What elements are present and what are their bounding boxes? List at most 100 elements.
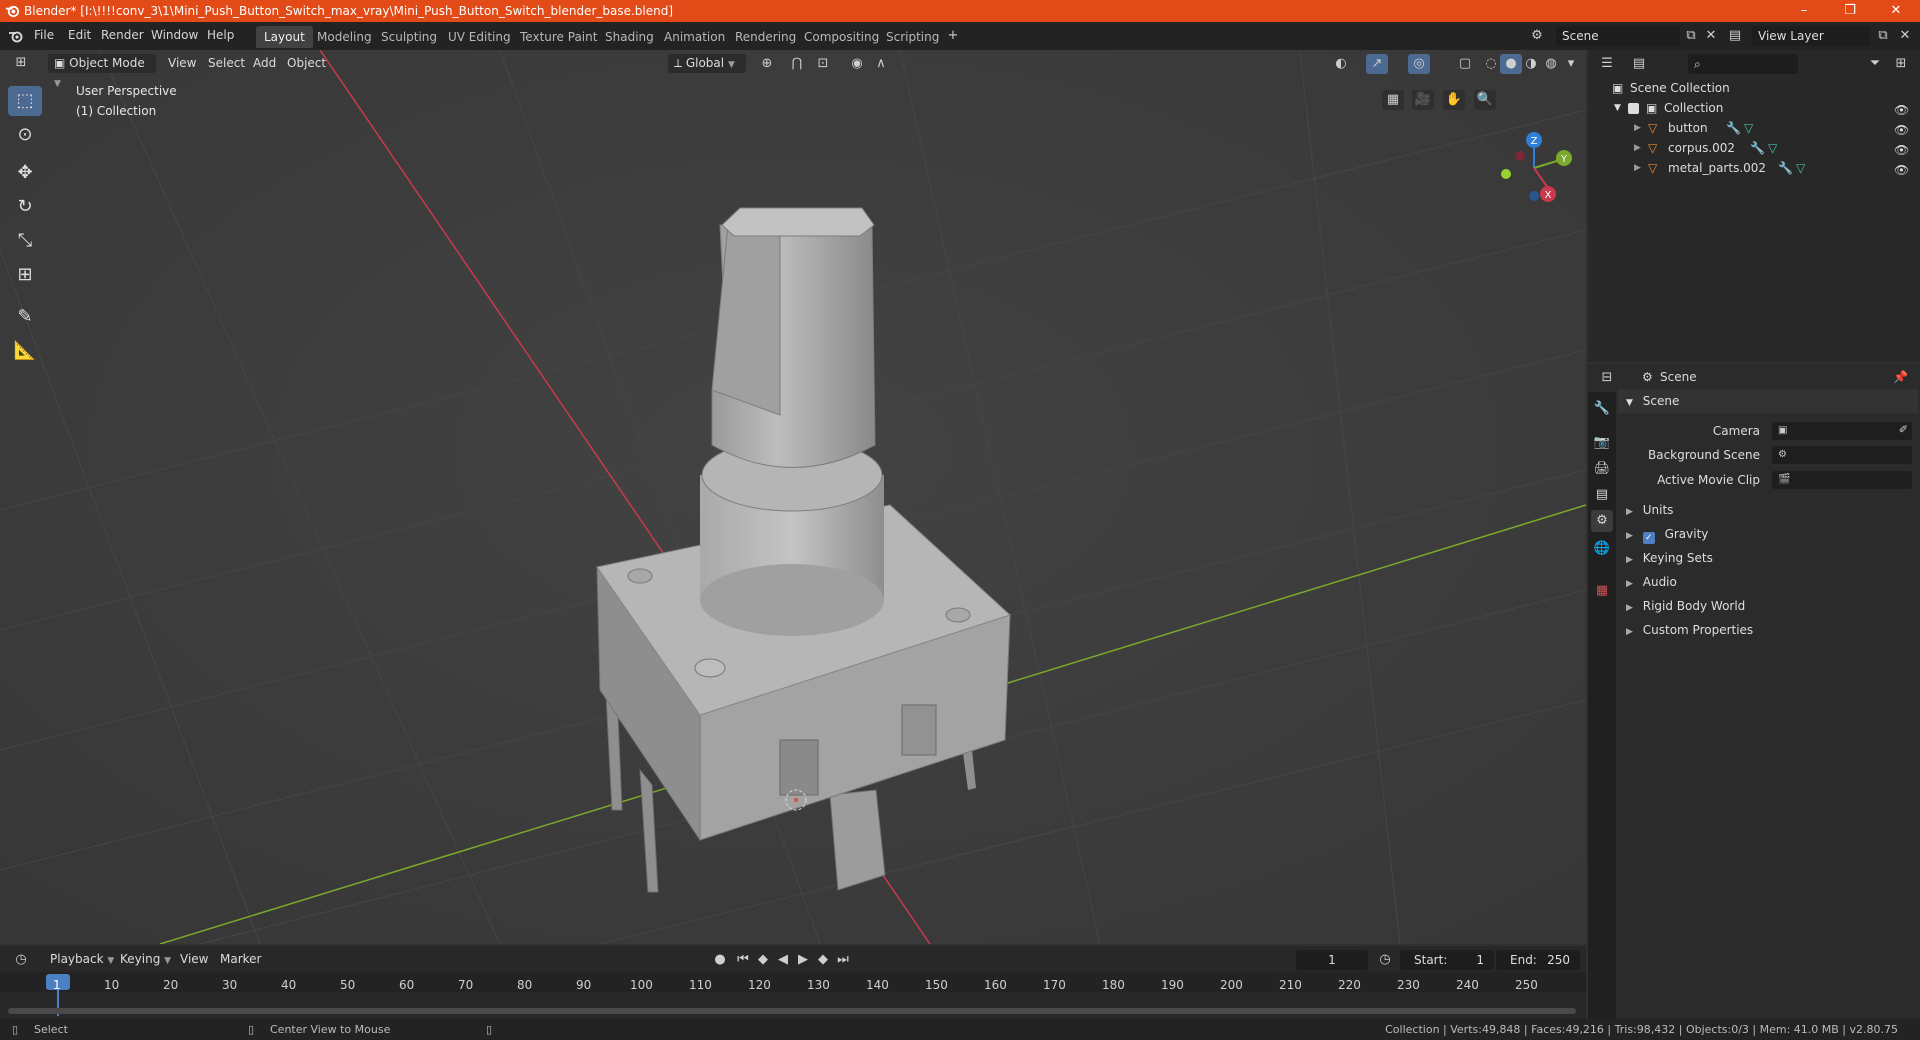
menu-render[interactable]: Render — [101, 28, 144, 42]
outliner-scene-collection[interactable]: ▣ Scene Collection — [1588, 78, 1920, 98]
menu-help[interactable]: Help — [207, 28, 234, 42]
editor-type-icon[interactable]: ⊞ — [10, 53, 32, 73]
prev-keyframe-icon[interactable]: ◆ — [752, 950, 774, 970]
expand-arrow-icon[interactable]: ▼ — [1614, 98, 1621, 118]
select-box-tool-icon[interactable]: ⬚ — [8, 86, 42, 116]
rendered-shading-icon[interactable]: ◍ — [1540, 54, 1562, 74]
falloff-icon[interactable]: ∧ — [870, 54, 892, 74]
outliner-search-input[interactable]: ⌕ — [1688, 54, 1798, 74]
close-button[interactable]: ✕ — [1874, 0, 1918, 22]
tab-layout[interactable]: Layout — [256, 26, 313, 48]
cursor-tool-icon[interactable]: ⊙ — [8, 120, 42, 150]
tab-sculpting[interactable]: Sculpting — [373, 26, 445, 48]
outliner-object-metal-parts[interactable]: ▶ ▽ metal_parts.002 🔧 ▽ 👁 — [1588, 158, 1920, 178]
current-frame-field[interactable]: 1 — [1296, 950, 1368, 970]
tab-texture-paint[interactable]: Texture Paint — [512, 26, 605, 48]
maximize-button[interactable]: ❐ — [1828, 0, 1872, 22]
tool-tab-icon[interactable]: 🔧 — [1591, 398, 1613, 420]
next-keyframe-icon[interactable]: ◆ — [812, 950, 834, 970]
view-layer-field[interactable]: View Layer — [1752, 26, 1870, 46]
play-icon[interactable]: ▶ — [792, 950, 814, 970]
rotate-tool-icon[interactable]: ↻ — [8, 192, 42, 222]
menu-add[interactable]: Add — [247, 54, 282, 73]
overlays-toggle-icon[interactable]: ◎ — [1408, 54, 1430, 74]
gravity-checkbox[interactable]: ✓ — [1642, 532, 1655, 544]
menu-keying[interactable]: Keying ▼ — [114, 950, 177, 969]
texture-tab-icon[interactable]: ▦ — [1591, 580, 1613, 602]
eye-icon[interactable]: 👁 — [1894, 140, 1909, 157]
view-layer-tab-icon[interactable]: ▤ — [1591, 484, 1613, 506]
jump-start-icon[interactable]: ⏮ — [732, 950, 754, 970]
menu-file[interactable]: File — [34, 28, 54, 42]
tab-compositing[interactable]: Compositing — [796, 26, 887, 48]
collection-checkbox[interactable] — [1628, 103, 1639, 114]
start-frame-field[interactable]: Start: 1 — [1400, 950, 1494, 970]
tab-uv-editing[interactable]: UV Editing — [440, 26, 519, 48]
scene-field[interactable]: Scene — [1556, 26, 1680, 46]
scene-tab-icon[interactable]: ⚙ — [1591, 510, 1613, 532]
timeline-editor-type-icon[interactable]: ◷ — [10, 950, 32, 970]
jump-end-icon[interactable]: ⏭ — [832, 950, 854, 970]
eye-icon[interactable]: 👁 — [1894, 120, 1909, 137]
eyedropper-icon[interactable]: ✐ — [1899, 423, 1908, 436]
filter-icon[interactable]: ⏷ — [1864, 54, 1886, 74]
view-layer-icon[interactable]: ▤ — [1724, 26, 1746, 46]
annotate-tool-icon[interactable]: ✎ — [8, 302, 42, 332]
new-collection-icon[interactable]: ⊞ — [1890, 54, 1912, 74]
tab-modeling[interactable]: Modeling — [309, 26, 380, 48]
move-tool-icon[interactable]: ✥ — [8, 158, 42, 188]
3d-viewport[interactable]: Z Y X User Perspective (1) Collection ▦ … — [0, 50, 1586, 944]
transform-orientation-dropdown[interactable]: ⟂ Global ▼ — [668, 54, 746, 73]
snap-target-icon[interactable]: ⊡ — [812, 54, 834, 74]
audio-panel[interactable]: ▶ Audio — [1618, 570, 1918, 594]
camera-view-icon[interactable]: 🎥 — [1412, 90, 1434, 110]
gizmo-toggle-icon[interactable]: ↗ — [1366, 54, 1388, 74]
outliner-collection[interactable]: ▼ ▣ Collection 👁 — [1588, 98, 1920, 118]
properties-editor-type-icon[interactable]: ⊟ — [1596, 368, 1618, 388]
scale-tool-icon[interactable]: ⤡ — [8, 226, 42, 256]
record-icon[interactable]: ● — [709, 950, 731, 970]
expand-arrow-icon[interactable]: ▶ — [1634, 138, 1641, 158]
display-mode-icon[interactable]: ▤ — [1628, 54, 1650, 74]
solid-shading-icon[interactable]: ● — [1500, 54, 1522, 74]
world-tab-icon[interactable]: 🌐 — [1591, 538, 1613, 560]
scene-panel-header[interactable]: ▼ Scene — [1618, 389, 1918, 413]
pin-icon[interactable]: 📌 — [1893, 370, 1908, 384]
render-tab-icon[interactable]: 📷 — [1591, 432, 1613, 454]
delete-view-layer-icon[interactable]: ✕ — [1894, 26, 1916, 46]
transform-tool-icon[interactable]: ⊞ — [8, 260, 42, 290]
eye-icon[interactable]: 👁 — [1894, 100, 1909, 117]
menu-marker[interactable]: Marker — [214, 950, 267, 969]
timeline-scrollbar[interactable] — [8, 1008, 1576, 1014]
proportional-edit-icon[interactable]: ◉ — [846, 54, 868, 74]
material-shading-icon[interactable]: ◑ — [1520, 54, 1542, 74]
outliner-object-button[interactable]: ▶ ▽ button 🔧 ▽ 👁 — [1588, 118, 1920, 138]
pivot-point-icon[interactable]: ⊕ — [756, 54, 778, 74]
visibility-icon[interactable]: ◐ — [1330, 54, 1352, 74]
play-reverse-icon[interactable]: ◀ — [772, 950, 794, 970]
add-workspace-icon[interactable]: + — [942, 26, 964, 46]
expand-arrow-icon[interactable]: ▶ — [1634, 158, 1641, 178]
custom-properties-panel[interactable]: ▶ Custom Properties — [1618, 618, 1918, 642]
active-movie-clip-field[interactable]: 🎬 — [1772, 471, 1912, 489]
new-scene-icon[interactable]: ⧉ — [1680, 26, 1702, 46]
units-panel[interactable]: ▶ Units — [1618, 498, 1918, 522]
toggle-grid-icon[interactable]: ▦ — [1382, 90, 1404, 110]
menu-timeline-view[interactable]: View — [174, 950, 214, 969]
tab-animation[interactable]: Animation — [656, 26, 733, 48]
object-mode-dropdown[interactable]: ▣ Object Mode ▼ — [48, 54, 156, 89]
keying-sets-panel[interactable]: ▶ Keying Sets — [1618, 546, 1918, 570]
wireframe-shading-icon[interactable]: ◌ — [1480, 54, 1502, 74]
minimize-button[interactable]: – — [1782, 0, 1826, 22]
expand-arrow-icon[interactable]: ▶ — [1634, 118, 1641, 138]
scene-icon[interactable]: ⚙ — [1526, 26, 1548, 46]
shading-options-icon[interactable]: ▾ — [1560, 54, 1582, 74]
measure-tool-icon[interactable]: 📐 — [8, 336, 42, 366]
pan-hand-icon[interactable]: ✋ — [1443, 90, 1465, 110]
tab-scripting[interactable]: Scripting — [878, 26, 947, 48]
preview-range-icon[interactable]: ◷ — [1374, 950, 1396, 970]
menu-view[interactable]: View — [162, 54, 202, 73]
menu-playback[interactable]: Playback ▼ — [44, 950, 120, 969]
blender-menu-icon[interactable] — [8, 29, 24, 43]
tab-shading[interactable]: Shading — [597, 26, 662, 48]
